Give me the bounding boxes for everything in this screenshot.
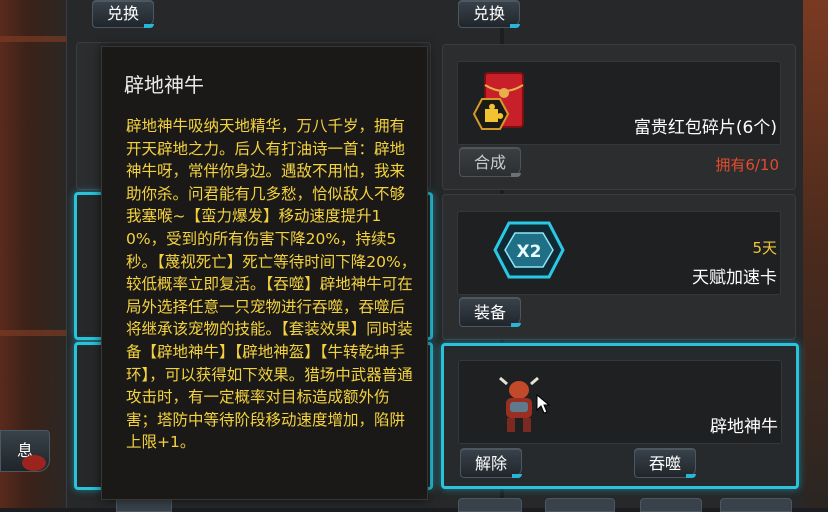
item-card-red-packet[interactable]: 富贵红包碎片(6个) 合成 拥有6/10	[442, 44, 796, 190]
x2-card-icon: X2	[493, 221, 565, 279]
notification-mark	[22, 455, 46, 471]
exchange-button-left[interactable]: 兑换	[92, 0, 155, 28]
devour-button[interactable]: 吞噬	[634, 448, 697, 478]
item-card-pet[interactable]: 辟地神牛 解除 吞噬	[441, 343, 799, 489]
item-tooltip: 辟地神牛 辟地神牛吸纳天地精华，万八千岁，拥有开天辟地之力。后人有打油诗一首：辟…	[101, 46, 428, 500]
owned-count: 拥有6/10	[715, 156, 779, 174]
unequip-button[interactable]: 解除	[460, 448, 523, 478]
bottom-tab[interactable]	[545, 498, 615, 512]
scene-beam	[0, 330, 70, 336]
x2-label: X2	[517, 242, 542, 262]
puzzle-piece-icon	[473, 98, 509, 130]
background-scene-right	[800, 0, 828, 508]
synthesize-button[interactable]: 合成	[459, 147, 522, 177]
bottom-tab[interactable]	[720, 498, 792, 512]
equip-button[interactable]: 装备	[459, 297, 522, 327]
scene-beam	[0, 36, 70, 42]
item-name: 天赋加速卡	[692, 268, 777, 288]
mouse-cursor-icon	[536, 394, 550, 414]
bottom-tab[interactable]	[640, 498, 702, 512]
exchange-button-right[interactable]: 兑换	[458, 0, 521, 28]
tooltip-description: 辟地神牛吸纳天地精华，万八千岁，拥有开天辟地之力。后人有打油诗一首：辟地神牛呀，…	[126, 117, 417, 452]
item-name: 辟地神牛	[710, 417, 778, 437]
duration-days: 5天	[752, 239, 777, 257]
tooltip-title: 辟地神牛	[124, 73, 204, 97]
item-name: 富贵红包碎片(6个)	[633, 118, 777, 138]
item-card-speed-card[interactable]: X2 5天 天赋加速卡 装备	[442, 194, 796, 340]
bottom-tab[interactable]	[116, 498, 172, 512]
bottom-tab[interactable]	[458, 498, 522, 512]
